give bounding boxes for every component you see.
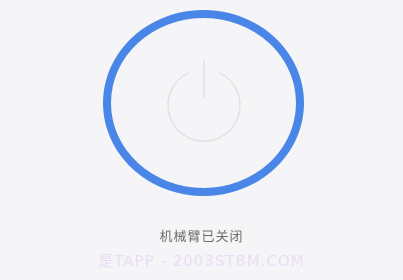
power-toggle-button[interactable] [103, 10, 304, 196]
robot-arm-control-screen: 机械臂已关闭 是TAPP - 2003STBM.COM [0, 0, 403, 280]
power-icon [166, 60, 241, 142]
watermark-text: 是TAPP - 2003STBM.COM [98, 252, 305, 270]
robot-arm-status-label: 机械臂已关闭 [159, 230, 244, 245]
